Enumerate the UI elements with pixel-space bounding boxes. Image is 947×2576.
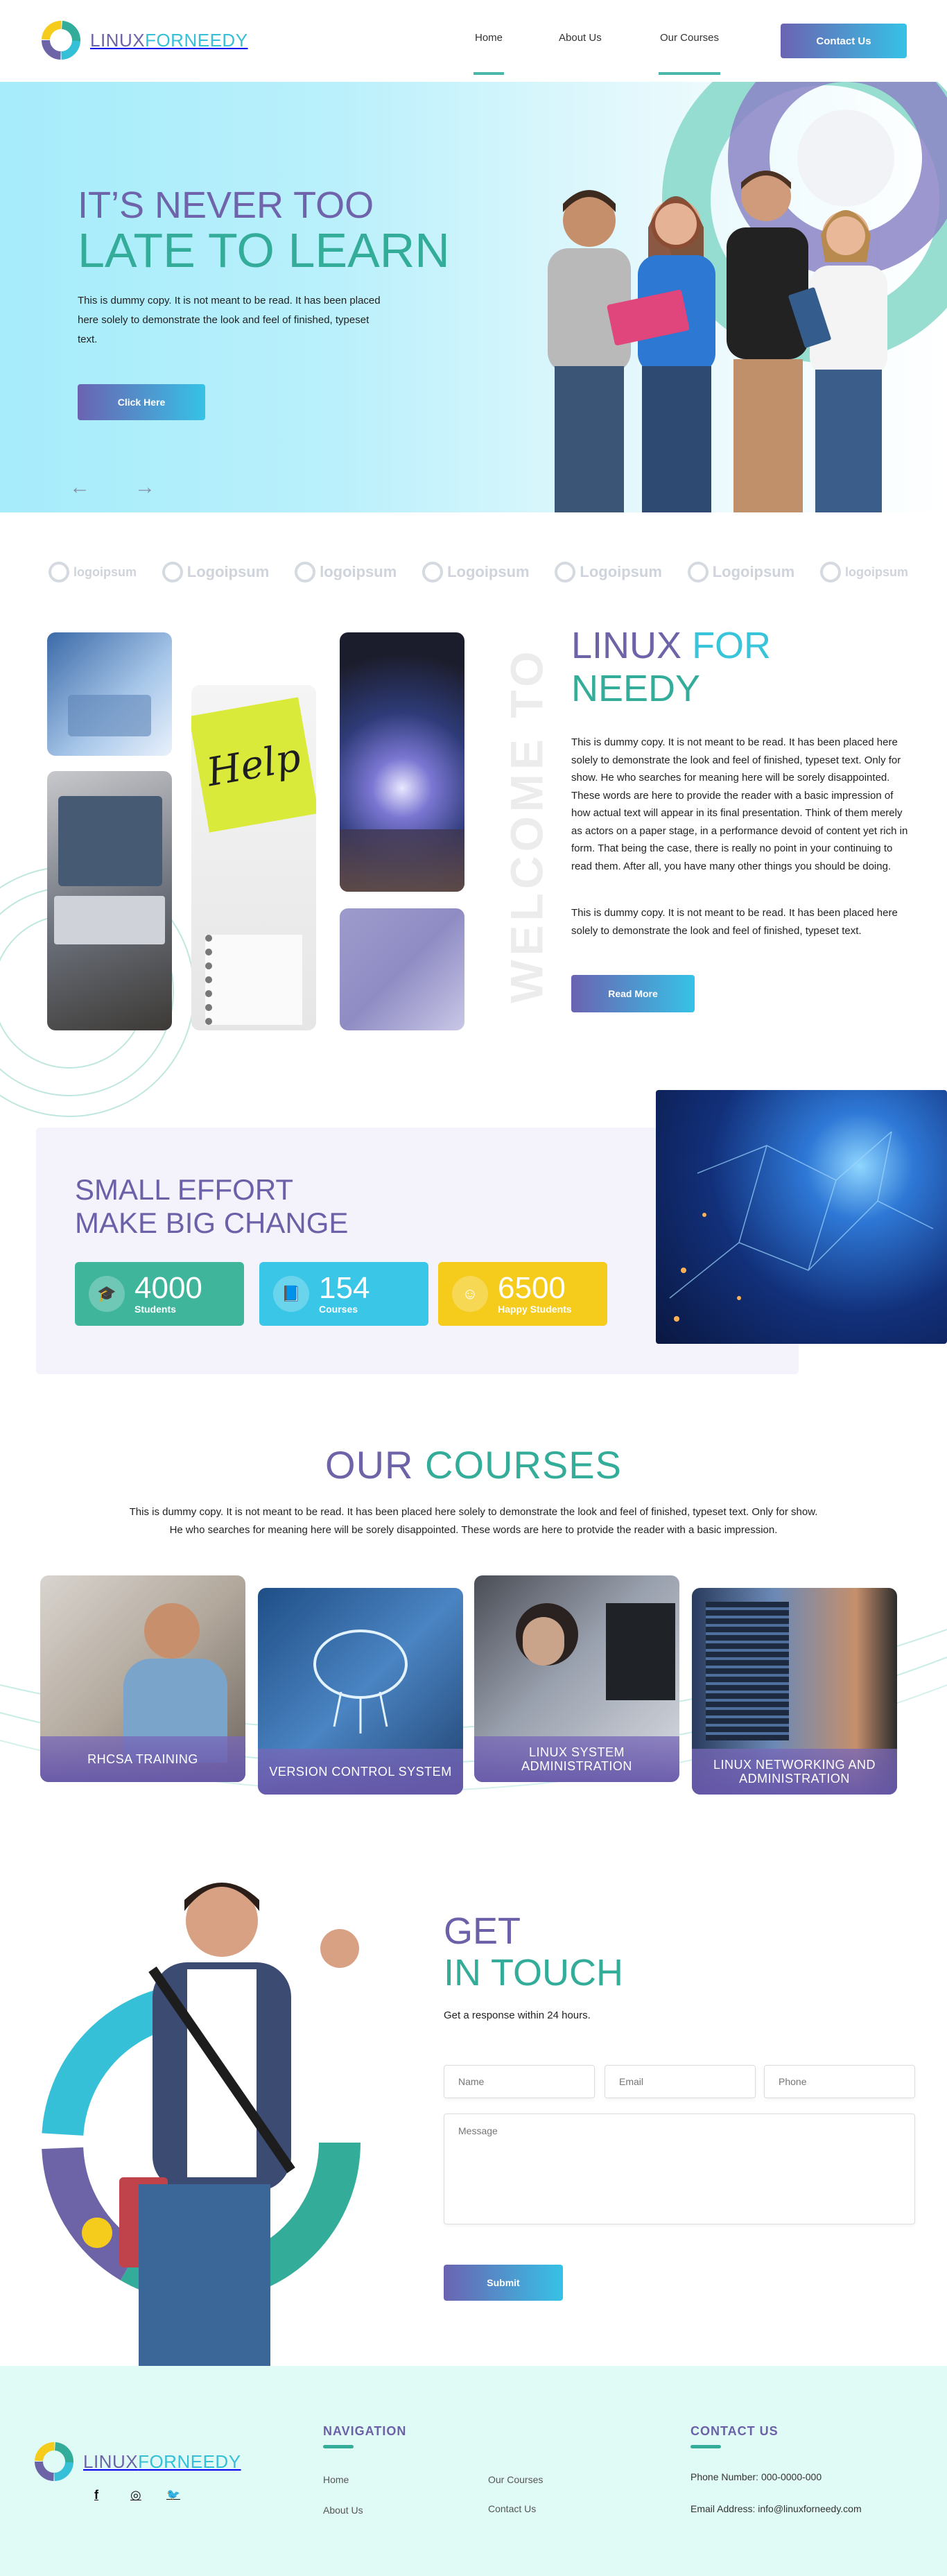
smiley-icon: ☺ (452, 1276, 488, 1312)
graduation-cap-icon: 🎓 (89, 1276, 125, 1312)
footer-link-about-us[interactable]: About Us (323, 2505, 363, 2516)
student-thumbs-up-image (42, 1883, 360, 2366)
hero-title: IT’S NEVER TOO LATE TO LEARN (78, 184, 450, 277)
nav-about-us[interactable]: About Us (559, 32, 602, 44)
nav-our-courses[interactable]: Our Courses (658, 32, 721, 75)
get-in-touch-title: GET IN TOUCH (444, 1910, 624, 1994)
network-lines (669, 1131, 934, 1322)
footer-contact-heading: CONTACT US (690, 2424, 779, 2448)
footer-link-home[interactable]: Home (323, 2474, 349, 2485)
partner-logo: Logoipsum (422, 562, 530, 582)
stat-courses: 📘 154 Courses (259, 1262, 428, 1326)
globe-hands-image (340, 632, 464, 892)
about-paragraph-1: This is dummy copy. It is not meant to b… (571, 736, 908, 872)
effort-title: SMALL EFFORT MAKE BIG CHANGE (75, 1173, 349, 1239)
welcome-vertical-text: WELCOME TO (501, 647, 553, 1003)
partner-logo-icon (49, 562, 69, 582)
course-card-version-control[interactable]: VERSION CONTROL SYSTEM (258, 1588, 463, 1795)
partner-logo: Logoipsum (162, 562, 269, 582)
stat-students: 🎓 4000 Students (75, 1262, 244, 1326)
twitter-icon[interactable]: 🐦 (166, 2488, 180, 2502)
hero-next-arrow-icon[interactable]: → (134, 476, 155, 499)
book-icon: 📘 (273, 1276, 309, 1312)
footer-phone: Phone Number: 000-0000-000 (690, 2471, 822, 2482)
partner-logo-icon (820, 562, 841, 582)
course-card-label: RHCSA TRAINING (40, 1736, 245, 1782)
partner-logo-icon (422, 562, 444, 582)
partner-logo-icon (555, 562, 576, 582)
laptop-hands-image (47, 632, 172, 756)
hero-click-here-button[interactable]: Click Here (78, 384, 205, 420)
network-globe-image (656, 1090, 947, 1344)
brand-name: LINUXFORNEEDY (90, 29, 248, 51)
brain-circuit-icon (313, 1630, 408, 1734)
footer-link-our-courses[interactable]: Our Courses (488, 2474, 543, 2485)
stat-happy-students: ☺ 6500 Happy Students (438, 1262, 607, 1326)
hero-body-text: This is dummy copy. It is not meant to b… (78, 295, 381, 345)
footer-email: Email Address: info@linuxforneedy.com (690, 2503, 862, 2514)
partner-logo-icon (295, 562, 316, 582)
partner-logo: logoipsum (295, 562, 397, 582)
partner-logo: logoipsum (49, 562, 137, 582)
partner-logo: Logoipsum (555, 562, 662, 582)
footer-brand-name: LINUXFORNEEDY (83, 2450, 241, 2472)
contact-us-button[interactable]: Contact Us (781, 24, 907, 58)
help-note-image: Help (191, 685, 316, 1030)
footer-logo-icon (35, 2442, 73, 2481)
course-card-label: LINUX NETWORKING AND ADMINISTRATION (692, 1749, 897, 1795)
partner-logos: logoipsum Logoipsum logoipsum Logoipsum … (49, 555, 908, 589)
partner-logo: Logoipsum (687, 562, 794, 582)
course-card-rhcsa[interactable]: RHCSA TRAINING (40, 1575, 245, 1782)
email-field[interactable] (605, 2065, 756, 2098)
course-card-linux-networking[interactable]: LINUX NETWORKING AND ADMINISTRATION (692, 1588, 897, 1795)
help-note-text: Help (203, 734, 304, 795)
about-paragraph-2: This is dummy copy. It is not meant to b… (571, 907, 898, 937)
typing-laptop-image (47, 771, 172, 1030)
hero-prev-arrow-icon[interactable]: ← (69, 476, 90, 499)
course-card-linux-sysadmin[interactable]: LINUX SYSTEM ADMINISTRATION (474, 1575, 679, 1782)
footer-navigation-heading: NAVIGATION (323, 2424, 407, 2448)
site-header: LINUXFORNEEDY Home About Us Our Courses … (0, 0, 947, 82)
read-more-button[interactable]: Read More (571, 975, 695, 1012)
brand-logo[interactable]: LINUXFORNEEDY (39, 18, 248, 62)
office-desk-image (340, 908, 464, 1030)
courses-title: OUR COURSES (325, 1443, 622, 1487)
hero-section: IT’S NEVER TOO LATE TO LEARN This is dum… (0, 82, 947, 512)
partner-logo: logoipsum (820, 562, 908, 582)
facebook-icon[interactable]: f (94, 2488, 98, 2502)
instagram-icon[interactable]: ◎ (130, 2488, 141, 2502)
about-title: LINUX FOR NEEDY (571, 625, 772, 709)
course-card-label: LINUX SYSTEM ADMINISTRATION (474, 1736, 679, 1782)
submit-button[interactable]: Submit (444, 2265, 563, 2301)
get-in-touch-subtitle: Get a response within 24 hours. (444, 2009, 591, 2021)
courses-description: This is dummy copy. It is not meant to b… (129, 1506, 818, 1536)
footer-link-contact-us[interactable]: Contact Us (488, 2503, 536, 2514)
nav-home[interactable]: Home (473, 32, 505, 75)
partner-logo-icon (687, 562, 709, 582)
course-card-label: VERSION CONTROL SYSTEM (258, 1749, 463, 1795)
name-field[interactable] (444, 2065, 595, 2098)
partner-logo-icon (162, 562, 183, 582)
brand-logo-icon (42, 21, 80, 60)
phone-field[interactable] (764, 2065, 915, 2098)
message-field[interactable] (444, 2113, 915, 2224)
footer-brand-logo[interactable]: LINUXFORNEEDY (32, 2439, 241, 2484)
students-group-image (548, 171, 887, 512)
